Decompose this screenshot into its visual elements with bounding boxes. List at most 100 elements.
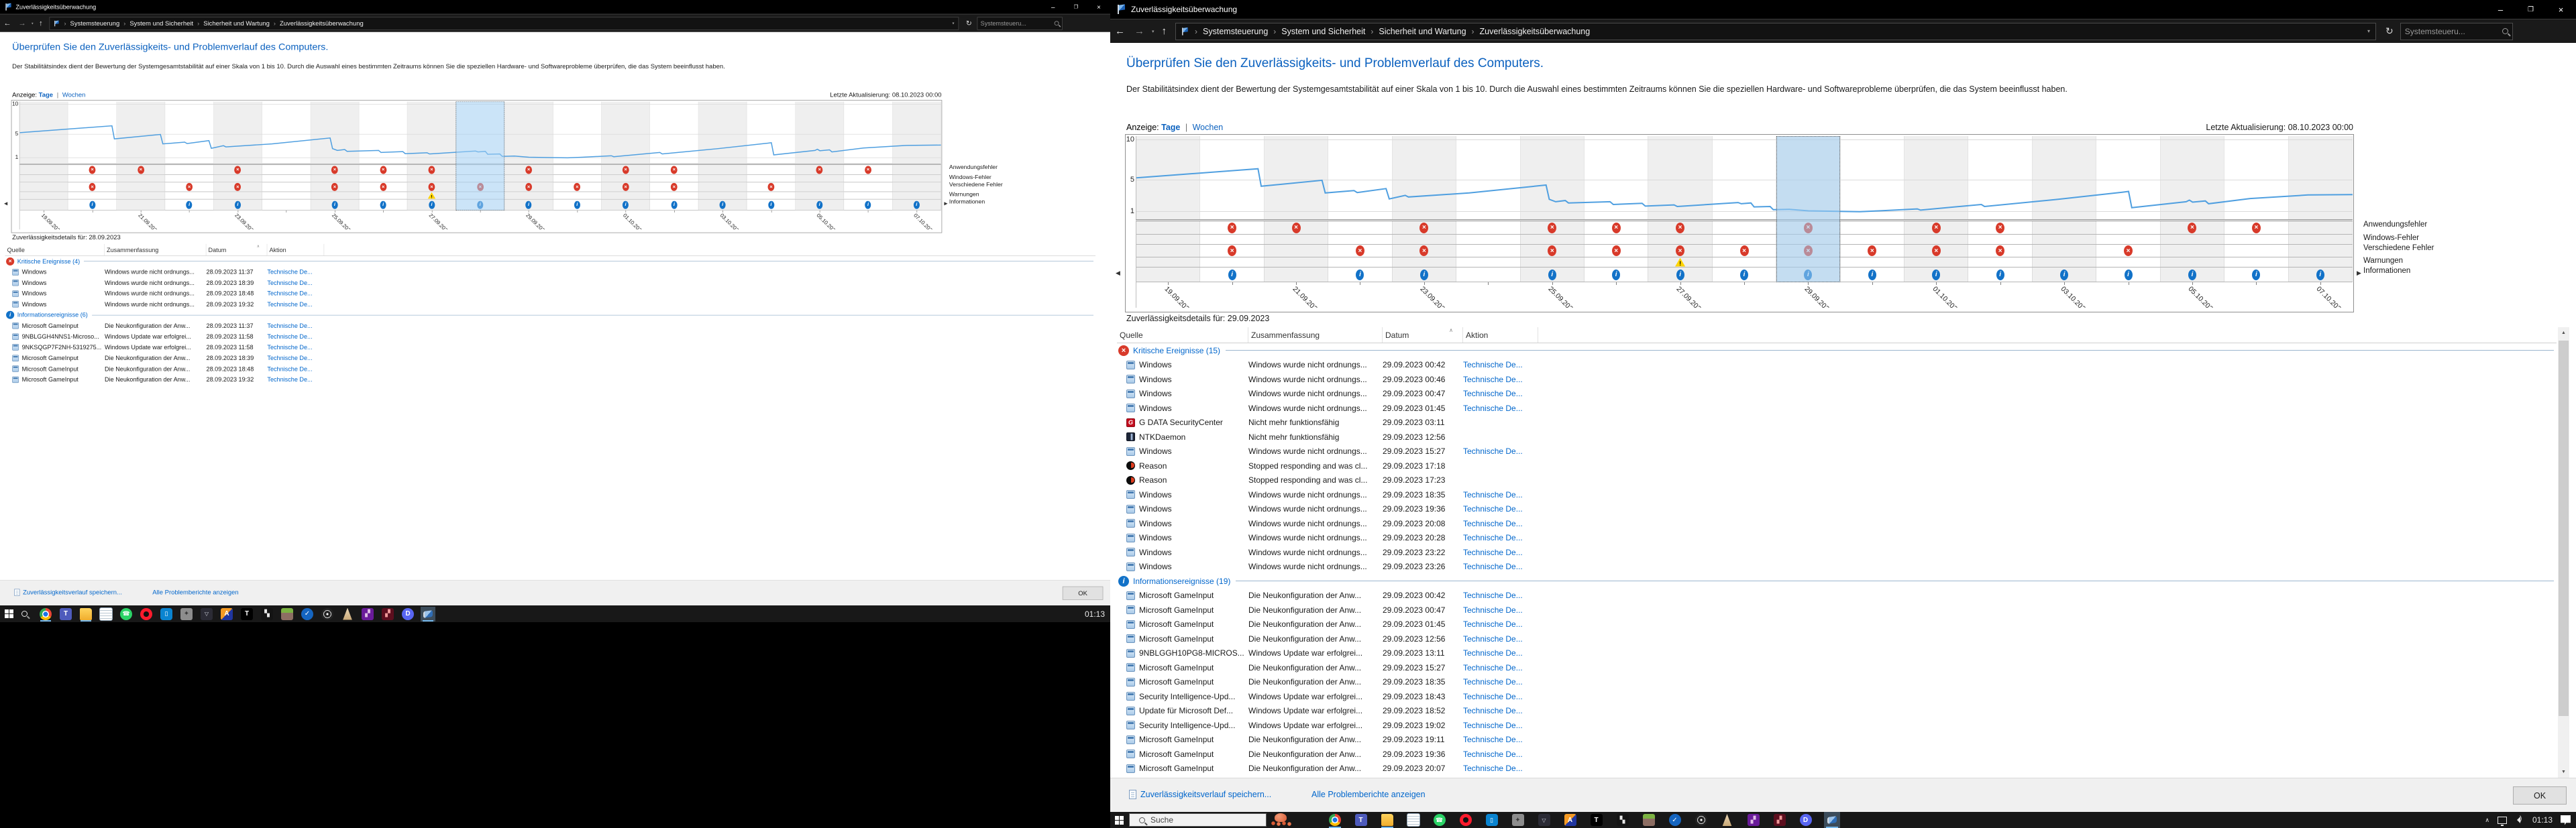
table-row[interactable]: Kritische Ereignisse (15): [1117, 343, 2557, 358]
chart-day-cell[interactable]: [1200, 221, 1264, 234]
chart-day-cell[interactable]: [893, 192, 941, 198]
chart-day-cell[interactable]: [1265, 235, 1328, 244]
avira-icon[interactable]: [1562, 812, 1578, 828]
chart-day-cell[interactable]: [1456, 235, 1520, 244]
chart-day-cell[interactable]: [698, 165, 747, 174]
pixel-app-icon[interactable]: [260, 607, 274, 622]
tidal-icon[interactable]: [239, 607, 254, 622]
chart-day-cell[interactable]: [1904, 257, 1968, 267]
chart-day-cell[interactable]: [602, 182, 650, 191]
chart-day-cell[interactable]: [262, 175, 311, 182]
chart-day-cell[interactable]: [408, 192, 456, 198]
chart-day-cell[interactable]: [68, 182, 117, 191]
opera-gx-icon[interactable]: [1458, 812, 1474, 828]
column-header-quelle[interactable]: Quelle: [5, 244, 105, 255]
table-row[interactable]: Microsoft GameInput Die Neukonfiguration…: [1117, 747, 2557, 762]
chart-day-cell[interactable]: [1968, 268, 2032, 282]
technical-details-link[interactable]: Technische De...: [1463, 490, 1538, 499]
chart-day-cell[interactable]: [844, 182, 892, 191]
chart-day-cell[interactable]: [698, 175, 747, 182]
close-button[interactable]: ×: [2546, 0, 2576, 19]
chart-day-cell[interactable]: [1585, 257, 1648, 267]
chart-day-cell[interactable]: [1968, 235, 2032, 244]
chart-day-cell[interactable]: [1904, 268, 1968, 282]
technical-details-link[interactable]: Technische De...: [1463, 648, 1538, 658]
chart-day-cell[interactable]: [893, 182, 941, 191]
breadcrumb-item[interactable]: Sicherheit und Wartung: [1379, 27, 1466, 36]
chart-day-cell[interactable]: [2224, 235, 2288, 244]
chart-day-cell[interactable]: [1136, 268, 1200, 282]
chart-day-cell[interactable]: [117, 200, 165, 211]
ok-button[interactable]: OK: [1063, 587, 1104, 600]
table-row[interactable]: Windows Windows wurde nicht ordnungs... …: [1117, 545, 2557, 560]
table-row[interactable]: Windows Windows wurde nicht ordnungs... …: [1117, 401, 2557, 416]
history-dropdown-icon[interactable]: ▾: [32, 21, 34, 25]
chart-day-cell[interactable]: [165, 175, 213, 182]
chart-day-cell[interactable]: [2289, 245, 2353, 257]
reliability-monitor-icon[interactable]: [421, 607, 435, 622]
reliability-monitor-icon[interactable]: [1824, 812, 1840, 828]
chart-day-cell[interactable]: [1648, 257, 1712, 267]
chart-day-cell[interactable]: [1585, 221, 1648, 234]
save-history-link[interactable]: Zuverlässigkeitsverlauf speichern...: [14, 589, 122, 595]
shield-app-icon[interactable]: [1536, 812, 1552, 828]
back-icon[interactable]: ←: [3, 19, 11, 27]
taskbar-clock[interactable]: 01:13: [2532, 815, 2553, 825]
chart-day-cell[interactable]: [553, 175, 602, 182]
up-icon[interactable]: ↑: [39, 19, 43, 27]
table-row[interactable]: NTKDaemon Nicht mehr funktionsfähig 29.0…: [1117, 430, 2557, 445]
vinyl-app-icon[interactable]: [320, 607, 335, 622]
view-weeks-link[interactable]: Wochen: [62, 91, 86, 98]
phone-link-icon[interactable]: [159, 607, 174, 622]
cone-app-icon[interactable]: [1719, 812, 1735, 828]
chart-day-cell[interactable]: [359, 165, 407, 174]
pixel-red-icon[interactable]: [1772, 812, 1788, 828]
chart-day-cell[interactable]: [650, 182, 698, 191]
chart-day-cell[interactable]: [117, 165, 165, 174]
chart-day-cell[interactable]: [1136, 257, 1200, 267]
chart-day-cell[interactable]: [747, 192, 796, 198]
chart-day-cell[interactable]: [504, 165, 553, 174]
chart-day-cell[interactable]: [893, 165, 941, 174]
chart-day-cell[interactable]: [1521, 221, 1585, 234]
chart-day-cell[interactable]: [747, 175, 796, 182]
technical-details-link[interactable]: Technische De...: [1463, 360, 1538, 369]
file-explorer-icon[interactable]: [78, 607, 93, 622]
table-row[interactable]: Microsoft GameInput Die Neukonfiguration…: [1117, 762, 2557, 776]
technical-details-link[interactable]: Technische De...: [1463, 677, 1538, 687]
table-row[interactable]: Informationsereignisse (6): [5, 310, 1095, 320]
pixel-app-icon[interactable]: [1615, 812, 1631, 828]
chart-day-cell[interactable]: [844, 165, 892, 174]
technical-details-link[interactable]: Technische De...: [267, 269, 324, 276]
chart-day-cell[interactable]: [893, 175, 941, 182]
chart-day-cell[interactable]: [796, 200, 844, 211]
chart-day-cell[interactable]: [1904, 245, 1968, 257]
chart-day-cell[interactable]: [1585, 268, 1648, 282]
table-row[interactable]: Reason Stopped responding and was cl... …: [1117, 459, 2557, 473]
table-row[interactable]: Windows Windows wurde nicht ordnungs... …: [5, 278, 1095, 288]
chart-day-cell[interactable]: [1648, 235, 1712, 244]
chart-day-cell[interactable]: [2161, 235, 2224, 244]
chart-day-cell[interactable]: [1713, 257, 1776, 267]
column-header-quelle[interactable]: Quelle: [1117, 327, 1248, 343]
chart-day-cell[interactable]: [650, 192, 698, 198]
chart-day-cell[interactable]: [747, 182, 796, 191]
table-row[interactable]: Windows Windows wurde nicht ordnungs... …: [1117, 516, 2557, 531]
breadcrumb-item[interactable]: Zuverlässigkeitsüberwachung: [1480, 27, 1591, 36]
moth-app-icon[interactable]: [179, 607, 194, 622]
tray-chevron-icon[interactable]: ∧: [2485, 817, 2489, 824]
chart-day-cell[interactable]: [1328, 245, 1392, 257]
chart-day-cell[interactable]: [1904, 221, 1968, 234]
chart-day-cell[interactable]: [1265, 221, 1328, 234]
chart-day-cell[interactable]: [359, 175, 407, 182]
chart-day-cell[interactable]: [1393, 235, 1456, 244]
view-weeks-link[interactable]: Wochen: [1193, 123, 1224, 132]
chart-day-cell[interactable]: [2096, 235, 2160, 244]
technical-details-link[interactable]: Technische De...: [267, 355, 324, 361]
chart-day-cell[interactable]: [1200, 257, 1264, 267]
chart-day-cell[interactable]: [311, 192, 359, 198]
table-row[interactable]: Reason Stopped responding and was cl... …: [1117, 473, 2557, 488]
minimize-button[interactable]: –: [2485, 0, 2516, 19]
column-header-datum[interactable]: Datum∧: [207, 244, 268, 255]
table-row[interactable]: Windows Windows wurde nicht ordnungs... …: [1117, 487, 2557, 502]
